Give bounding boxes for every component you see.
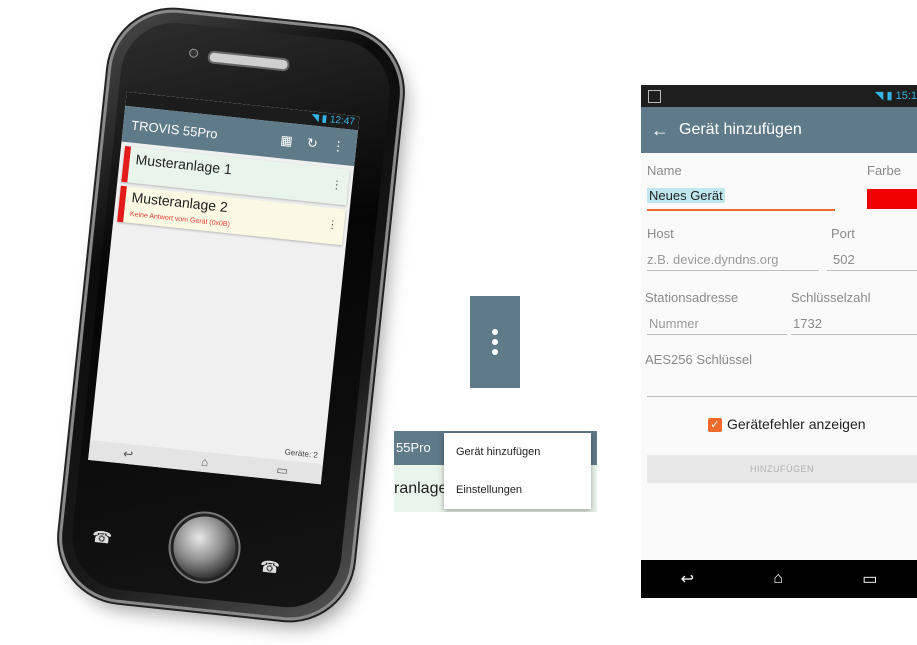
overflow-dot [492,339,498,345]
dashboard-icon[interactable]: ▦ [276,132,298,150]
station-address-underline [647,334,787,335]
color-label: Farbe [867,163,901,178]
device-menu-icon[interactable]: ⋮ [331,178,343,192]
overflow-dot [492,349,498,355]
host-field[interactable]: z.B. device.dyndns.org [647,252,779,267]
device-count: Geräte: 2 [284,447,319,460]
add-device-button[interactable]: HINZUFÜGEN [647,455,917,483]
overflow-popup-menu: Gerät hinzufügen Einstellungen [444,433,591,509]
device-color-stripe [121,146,132,183]
crop-app-title: 55Pro [396,440,431,455]
port-label: Port [831,226,855,241]
recents-icon[interactable]: ▭ [862,569,877,589]
port-field-underline [827,270,917,271]
host-field-underline [647,270,819,271]
menu-item-settings[interactable]: Einstellungen [444,471,591,509]
station-address-label: Stationsadresse [645,290,739,305]
back-arrow-icon[interactable]: ← [641,120,679,141]
key-number-underline [791,334,917,335]
aes-key-label: AES256 Schlüssel [645,352,752,367]
home-icon[interactable]: ⌂ [200,455,209,470]
recents-icon[interactable]: ▭ [276,463,289,478]
device-color-stripe [117,185,127,223]
status-bar: ◥ ▮ 15:1 [641,85,917,107]
phone-mockup: ◥ ▮ 12:47 TROVIS 55Pro ▦ ↻ ⋮ Musteranlag… [28,6,408,638]
device-name: Musteranlage 1 [134,151,233,178]
home-icon[interactable]: ⌂ [773,570,783,588]
port-field[interactable]: 502 [833,252,855,267]
show-device-errors-checkbox[interactable]: ✓ [708,418,722,432]
menu-crop: 55Pro ranlage Gerät hinzufügen Einstellu… [394,431,597,512]
host-label: Host [647,226,674,241]
crop-device-name: ranlage [394,480,448,497]
end-call-button-icon: ☎ [258,558,281,578]
back-icon[interactable]: ↩ [122,447,133,462]
aes-key-underline [647,396,917,397]
device-name: Musteranlage 2 [130,189,229,216]
add-device-screen: ◥ ▮ 15:1 ← Gerät hinzufügen Name Farbe N… [641,85,917,598]
aes-key-field[interactable] [647,375,915,393]
key-number-field[interactable]: 1732 [793,316,822,331]
phone-body: ◥ ▮ 12:47 TROVIS 55Pro ▦ ↻ ⋮ Musteranlag… [55,6,407,624]
name-field[interactable]: Neues Gerät [647,188,725,203]
color-picker[interactable] [867,189,917,209]
wifi-icon: ◥ [310,112,320,125]
name-label: Name [647,163,682,178]
menu-item-add-device[interactable]: Gerät hinzufügen [444,433,591,471]
nav-bar: ↩ ⌂ ▭ [641,560,917,598]
app-title: TROVIS 55Pro [130,117,219,142]
station-address-field[interactable]: Nummer [649,316,699,331]
name-field-underline [647,209,835,211]
phone-screen: ◥ ▮ 12:47 TROVIS 55Pro ▦ ↻ ⋮ Musteranlag… [88,91,360,485]
device-menu-icon[interactable]: ⋮ [326,218,338,232]
battery-icon: ▮ [321,113,328,125]
show-device-errors-label: Gerätefehler anzeigen [727,416,866,432]
page-title: Gerät hinzufügen [679,121,802,138]
overflow-dot [492,329,498,335]
wifi-icon: ◥ [874,90,884,102]
call-button-icon: ☎ [91,528,113,548]
refresh-icon[interactable]: ↻ [302,135,324,153]
overflow-menu-zoom[interactable] [470,296,520,388]
overflow-menu-icon[interactable]: ⋮ [327,137,349,155]
app-bar: ← Gerät hinzufügen [641,107,917,153]
status-time: 15:1 [895,90,917,102]
back-icon[interactable]: ↩ [681,569,694,589]
status-time: 12:47 [329,114,356,128]
key-number-label: Schlüsselzahl [791,290,871,305]
battery-icon: ▮ [886,90,893,102]
image-notification-icon [648,90,661,103]
